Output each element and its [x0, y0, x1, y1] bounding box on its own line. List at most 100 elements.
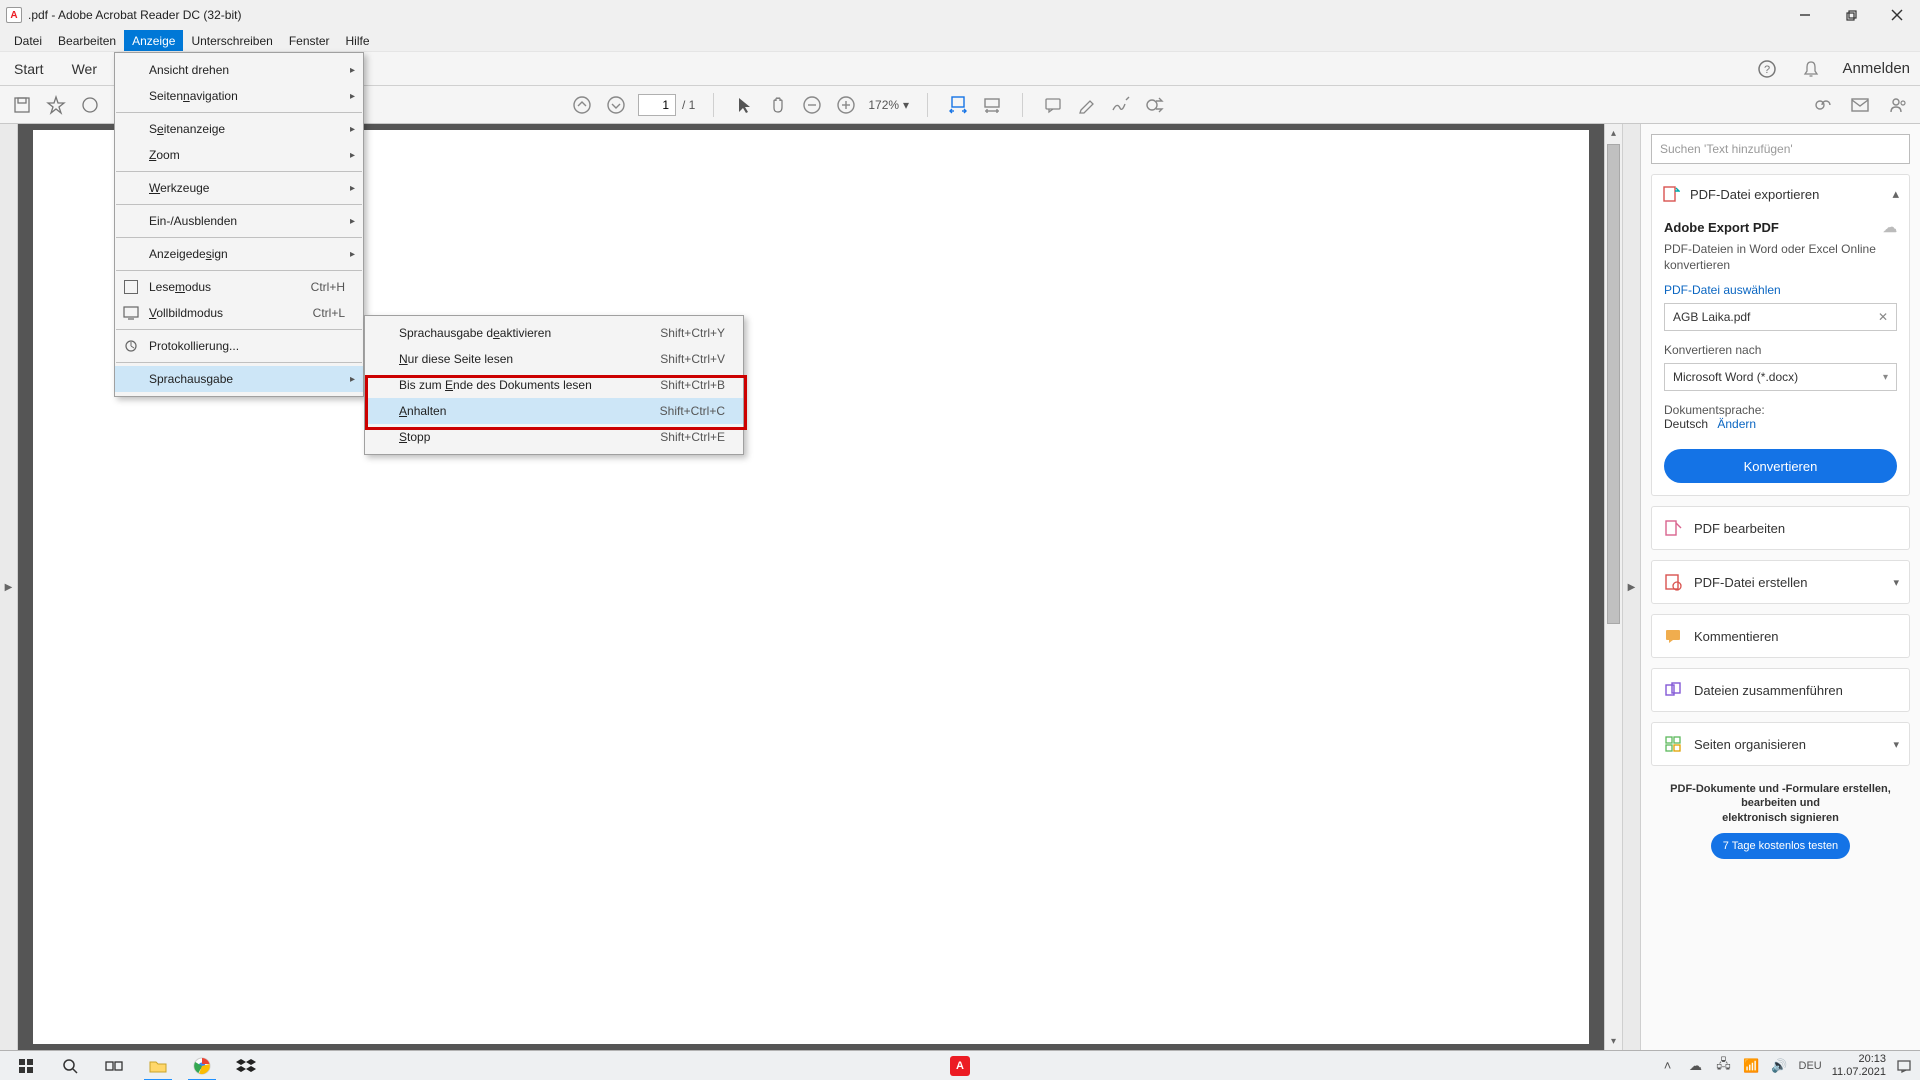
tool-comment[interactable]: Kommentieren: [1651, 614, 1910, 658]
notifications-button[interactable]: [1798, 56, 1824, 82]
menu-separator: [116, 171, 362, 172]
select-file-link[interactable]: PDF-Datei auswählen: [1664, 283, 1897, 297]
taskbar-acrobat[interactable]: A: [940, 1051, 980, 1080]
menu-item-logging[interactable]: Protokollierung...: [115, 333, 363, 359]
arrow-down-circle-icon: [606, 95, 626, 115]
tab-start[interactable]: Start: [0, 52, 58, 85]
menu-item-zoom[interactable]: Zoom▸: [115, 142, 363, 168]
left-panel-toggle[interactable]: ▶: [0, 124, 18, 1050]
zoom-dropdown[interactable]: 172% ▾: [868, 98, 909, 112]
tool-edit-pdf[interactable]: PDF bearbeiten: [1651, 506, 1910, 550]
tray-chevron-icon[interactable]: ˄: [1659, 1058, 1677, 1073]
taskbar-chrome[interactable]: [182, 1051, 222, 1080]
tray-lang[interactable]: DEU: [1799, 1060, 1822, 1072]
tool-create-pdf[interactable]: PDF-Datei erstellen ▾: [1651, 560, 1910, 604]
trial-button[interactable]: 7 Tage kostenlos testen: [1711, 833, 1850, 859]
hand-tool-button[interactable]: [766, 93, 790, 117]
minimize-button[interactable]: [1782, 0, 1828, 30]
help-button[interactable]: ?: [1754, 56, 1780, 82]
star-button[interactable]: [44, 93, 68, 117]
tray-network-icon[interactable]: 🖧: [1715, 1055, 1733, 1077]
menu-hilfe[interactable]: Hilfe: [338, 30, 378, 51]
save-icon: [13, 96, 31, 114]
tray-volume-icon[interactable]: 🔊: [1771, 1058, 1789, 1074]
submenu-arrow-icon: ▸: [350, 216, 355, 227]
login-link[interactable]: Anmelden: [1842, 60, 1910, 77]
comment-button[interactable]: [1041, 93, 1065, 117]
fit-width-button[interactable]: [946, 93, 970, 117]
menu-item-tools[interactable]: Werkzeuge▸: [115, 175, 363, 201]
export-pdf-header[interactable]: PDF-Datei exportieren ▴: [1652, 175, 1909, 213]
search-icon: [62, 1058, 78, 1074]
tool-combine[interactable]: Dateien zusammenführen: [1651, 668, 1910, 712]
taskbar-dropbox[interactable]: [226, 1051, 266, 1080]
search-button[interactable]: [50, 1051, 90, 1080]
remove-file-button[interactable]: ✕: [1878, 310, 1888, 324]
page-down-button[interactable]: [604, 93, 628, 117]
change-lang-link[interactable]: Ändern: [1717, 417, 1756, 431]
taskbar-explorer[interactable]: [138, 1051, 178, 1080]
right-panel-toggle[interactable]: ▶: [1622, 124, 1640, 1050]
selected-file-box[interactable]: AGB Laika.pdf ✕: [1664, 303, 1897, 331]
menu-unterschreiben[interactable]: Unterschreiben: [183, 30, 280, 51]
menu-item-design[interactable]: Anzeigedesign▸: [115, 241, 363, 267]
menu-item-showhide[interactable]: Ein-/Ausblenden▸: [115, 208, 363, 234]
start-menu-button[interactable]: [6, 1051, 46, 1080]
submenu-deactivate[interactable]: Sprachausgabe deaktivierenShift+Ctrl+Y: [365, 320, 743, 346]
menu-item-fullscreen[interactable]: VollbildmodusCtrl+L: [115, 300, 363, 326]
submenu-stop[interactable]: StoppShift+Ctrl+E: [365, 424, 743, 450]
menu-fenster[interactable]: Fenster: [281, 30, 338, 51]
menu-bearbeiten[interactable]: Bearbeiten: [50, 30, 124, 51]
tray-wifi-icon[interactable]: 📶: [1743, 1058, 1761, 1074]
tools-search-input[interactable]: Suchen 'Text hinzufügen': [1651, 134, 1910, 164]
submenu-arrow-icon: ▸: [350, 249, 355, 260]
page-up-button[interactable]: [570, 93, 594, 117]
share-button[interactable]: [1886, 93, 1910, 117]
zoom-in-button[interactable]: [834, 93, 858, 117]
tray-clock[interactable]: 20:13 11.07.2021: [1832, 1053, 1886, 1077]
attach-button[interactable]: [1810, 93, 1834, 117]
taskview-button[interactable]: [94, 1051, 134, 1080]
tab-werkzeuge[interactable]: Wer: [58, 52, 111, 85]
convert-button[interactable]: Konvertieren: [1664, 449, 1897, 483]
submenu-toend[interactable]: Bis zum Ende des Dokuments lesenShift+Ct…: [365, 372, 743, 398]
print-button[interactable]: [78, 93, 102, 117]
fit-page-button[interactable]: [980, 93, 1004, 117]
tray-notifications-icon[interactable]: [1896, 1058, 1914, 1074]
vertical-scrollbar[interactable]: ▴ ▾: [1604, 124, 1622, 1050]
create-pdf-icon: [1664, 573, 1682, 591]
zoom-out-button[interactable]: [800, 93, 824, 117]
maximize-button[interactable]: [1828, 0, 1874, 30]
selection-tool-button[interactable]: [732, 93, 756, 117]
save-button[interactable]: [10, 93, 34, 117]
mail-icon: [1850, 97, 1870, 113]
menu-item-pagedisplay[interactable]: Seitenanzeige▸: [115, 116, 363, 142]
zoom-value: 172%: [868, 98, 899, 112]
menu-anzeige[interactable]: Anzeige: [124, 30, 183, 51]
menu-item-readmode[interactable]: LesemodusCtrl+H: [115, 274, 363, 300]
highlight-button[interactable]: [1075, 93, 1099, 117]
scroll-down-button[interactable]: ▾: [1605, 1032, 1622, 1050]
tray-cloud-icon[interactable]: ☁: [1687, 1058, 1705, 1074]
combine-icon: [1664, 681, 1682, 699]
submenu-thispage[interactable]: Nur diese Seite lesenShift+Ctrl+V: [365, 346, 743, 372]
menu-item-rotate[interactable]: Ansicht drehen▸: [115, 57, 363, 83]
erase-button[interactable]: [1143, 93, 1167, 117]
fit-page-icon: [982, 96, 1002, 114]
scroll-thumb[interactable]: [1607, 144, 1620, 624]
close-button[interactable]: [1874, 0, 1920, 30]
sign-button[interactable]: [1109, 93, 1133, 117]
menu-item-pagenav[interactable]: Seitennavigation▸: [115, 83, 363, 109]
mail-button[interactable]: [1848, 93, 1872, 117]
menu-item-speech[interactable]: Sprachausgabe▸: [115, 366, 363, 392]
format-select[interactable]: Microsoft Word (*.docx) ▾: [1664, 363, 1897, 391]
zoom-in-icon: [836, 95, 856, 115]
scroll-up-button[interactable]: ▴: [1605, 124, 1622, 142]
page-number-input[interactable]: [638, 94, 676, 116]
windows-taskbar: A ˄ ☁ 🖧 📶 🔊 DEU 20:13 11.07.2021: [0, 1050, 1920, 1080]
tool-organize[interactable]: Seiten organisieren ▾: [1651, 722, 1910, 766]
menu-datei[interactable]: Datei: [6, 30, 50, 51]
chevron-down-icon: ▾: [1893, 738, 1899, 751]
logging-icon: [123, 338, 139, 354]
submenu-pause[interactable]: AnhaltenShift+Ctrl+C: [365, 398, 743, 424]
